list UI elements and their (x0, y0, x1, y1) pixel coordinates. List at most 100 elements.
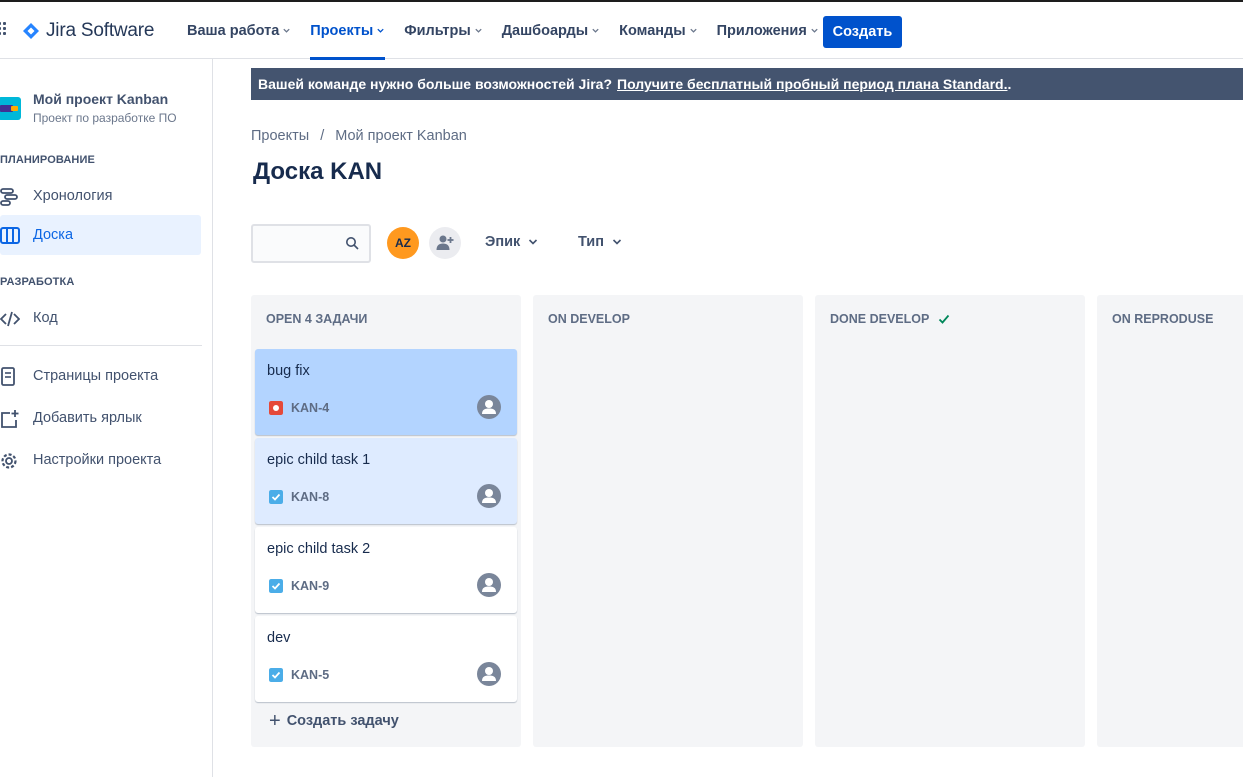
nav-label: Дашбоарды (501, 22, 589, 39)
chevron-down-icon (475, 28, 482, 33)
column-header: DONE DEVELOP (830, 312, 950, 326)
nav-filters[interactable]: Фильтры (404, 2, 482, 59)
epic-filter[interactable]: Эпик (485, 234, 538, 250)
jira-logo-icon (23, 23, 39, 39)
breadcrumb-projects[interactable]: Проекты (251, 128, 309, 144)
column-header: OPEN 4 ЗАДАЧИ (266, 312, 367, 326)
card-title: dev (267, 630, 291, 646)
column-title: OPEN 4 ЗАДАЧИ (266, 312, 368, 326)
unassigned-avatar-icon[interactable] (477, 395, 501, 419)
sidebar-item-project-pages[interactable]: Страницы проекта (0, 356, 201, 396)
column-title: ON DEVELOP (548, 312, 630, 326)
issue-card[interactable]: dev KAN-5 (255, 616, 517, 702)
done-check-icon (939, 314, 950, 324)
unassigned-avatar-icon[interactable] (477, 662, 501, 686)
board-column-on-develop: ON DEVELOP (533, 295, 803, 747)
column-title: DONE DEVELOP (830, 312, 930, 326)
card-title: bug fix (267, 363, 310, 379)
avatar[interactable]: AZ (387, 227, 419, 259)
column-header: ON DEVELOP (548, 312, 630, 326)
chevron-down-icon (377, 28, 384, 33)
chevron-down-icon (592, 28, 599, 33)
sidebar-item-project-settings[interactable]: Настройки проекта (0, 440, 201, 480)
task-icon (269, 490, 283, 504)
add-shortcut-icon (1, 410, 19, 428)
create-button[interactable]: Создать (823, 16, 902, 48)
search-icon (346, 237, 359, 250)
section-heading-planning: ПЛАНИРОВАНИЕ (0, 154, 95, 166)
chevron-down-icon (689, 28, 697, 33)
breadcrumb-project[interactable]: Мой проект Kanban (335, 128, 467, 144)
card-key[interactable]: KAN-4 (291, 401, 329, 415)
chevron-down-icon (811, 28, 818, 33)
nav-label: Команды (619, 22, 686, 39)
board-column-done-develop: DONE DEVELOP (815, 295, 1085, 747)
sidebar-item-label: Доска (33, 227, 74, 243)
create-task-button[interactable]: + Создать задачу (269, 710, 399, 732)
board-search-input[interactable] (251, 224, 371, 263)
sidebar-item-label: Настройки проекта (33, 452, 162, 468)
add-person-icon (436, 235, 454, 250)
sidebar-item-code[interactable]: Код (0, 298, 201, 338)
board-icon (0, 227, 20, 244)
nav-apps[interactable]: Приложения (717, 2, 819, 59)
chevron-down-icon (612, 239, 622, 245)
plus-icon: + (269, 710, 281, 732)
project-subtitle: Проект по разработке ПО (33, 111, 177, 125)
project-sidebar: Мой проект Kanban Проект по разработке П… (0, 59, 213, 777)
gear-icon (1, 453, 17, 469)
nav-label: Приложения (716, 22, 807, 39)
bug-icon (269, 401, 283, 415)
issue-card[interactable]: bug fix KAN-4 (255, 349, 517, 435)
task-icon (269, 579, 283, 593)
nav-dashboards[interactable]: Дашбоарды (502, 2, 600, 59)
timeline-icon (0, 188, 18, 206)
card-title: epic child task 1 (267, 452, 371, 468)
project-avatar-icon[interactable] (0, 97, 21, 120)
project-name: Мой проект Kanban (33, 91, 169, 107)
card-key[interactable]: KAN-9 (291, 579, 329, 593)
sidebar-item-timeline[interactable]: Хронология (0, 176, 201, 216)
banner-trial-link[interactable]: Получите бесплатный пробный период плана… (617, 76, 1007, 92)
app-switcher-icon[interactable] (0, 22, 10, 36)
app-name: Jira Software (46, 20, 155, 41)
main-nav: Ваша работа Проекты Фильтры Дашбоарды Ко… (187, 2, 838, 60)
section-heading-development: РАЗРАБОТКА (0, 276, 75, 288)
page-title: Доска KAN (253, 158, 383, 185)
add-people-button[interactable] (429, 227, 461, 259)
nav-teams[interactable]: Команды (619, 2, 697, 59)
card-title: epic child task 2 (267, 541, 371, 557)
filter-label: Тип (578, 234, 604, 250)
unassigned-avatar-icon[interactable] (477, 573, 501, 597)
column-header: ON REPRODUSE (1112, 312, 1213, 326)
sidebar-divider (0, 345, 202, 346)
sidebar-item-board[interactable]: Доска (0, 215, 201, 255)
nav-label: Ваша работа (187, 22, 280, 39)
card-key[interactable]: KAN-8 (291, 490, 329, 504)
nav-your-work[interactable]: Ваша работа (187, 2, 291, 59)
sidebar-item-label: Хронология (33, 188, 113, 204)
code-icon (0, 311, 20, 327)
board-column-on-reproduse: ON REPRODUSE (1097, 295, 1243, 747)
nav-label: Фильтры (404, 22, 471, 39)
top-navigation-bar: Jira Software Ваша работа Проекты Фильтр… (0, 0, 1243, 60)
filter-label: Эпик (485, 234, 521, 250)
column-title: ON REPRODUSE (1112, 312, 1214, 326)
issue-card[interactable]: epic child task 2 KAN-9 (255, 527, 517, 613)
create-task-label: Создать задачу (286, 713, 399, 729)
breadcrumb-separator: / (320, 128, 325, 144)
task-icon (269, 668, 283, 682)
sidebar-item-add-shortcut[interactable]: Добавить ярлык (0, 398, 201, 438)
unassigned-avatar-icon[interactable] (477, 484, 501, 508)
card-key[interactable]: KAN-5 (291, 668, 329, 682)
type-filter[interactable]: Тип (578, 234, 622, 250)
nav-projects[interactable]: Проекты (310, 2, 386, 60)
breadcrumb: Проекты / Мой проект Kanban (251, 128, 467, 144)
sidebar-item-label: Код (33, 310, 58, 326)
sidebar-item-label: Страницы проекта (33, 368, 159, 384)
sidebar-item-label: Добавить ярлык (33, 410, 142, 426)
issue-card[interactable]: epic child task 1 KAN-8 (255, 438, 517, 524)
jira-logo[interactable]: Jira Software (22, 20, 154, 42)
upgrade-banner: Вашей команде нужно больше возможностей … (251, 68, 1243, 100)
pages-icon (1, 367, 15, 386)
